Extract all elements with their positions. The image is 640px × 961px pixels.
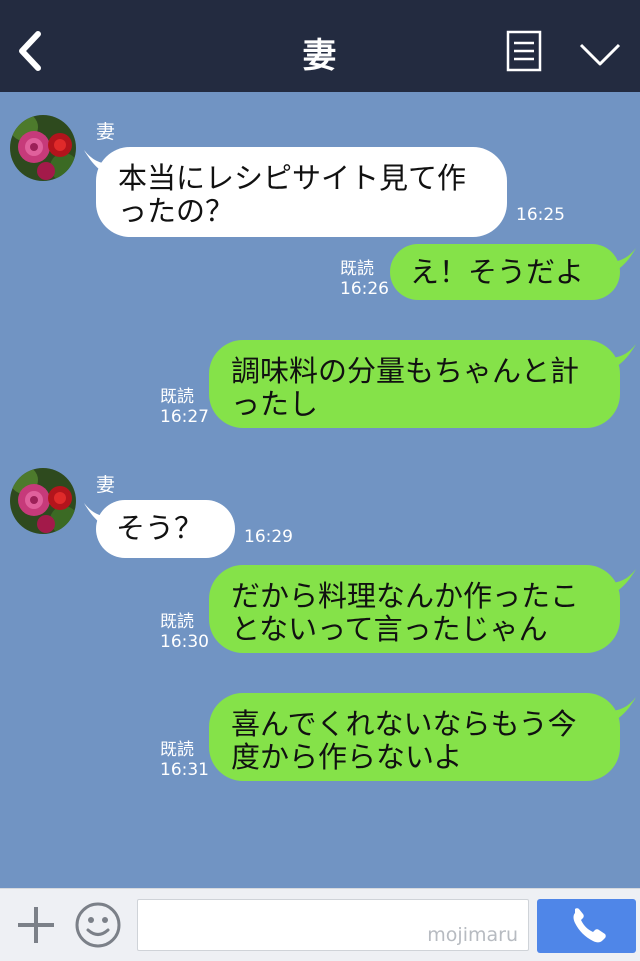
message-bubble[interactable]: え！そうだよ <box>390 244 620 300</box>
message-meta: 既読 16:30 <box>160 612 209 652</box>
phone-icon <box>573 908 606 943</box>
message-input[interactable]: mojimaru <box>137 899 529 951</box>
message-bubble[interactable]: そう？ <box>96 500 235 558</box>
message-time: 16:27 <box>160 407 209 427</box>
watermark-text: mojimaru <box>427 924 518 946</box>
bubble-tail <box>608 344 636 370</box>
sender-name: 妻 <box>96 121 116 143</box>
read-receipt: 既読 <box>160 740 194 760</box>
message-meta: 既読 16:26 <box>340 259 389 299</box>
message-time: 16:25 <box>516 205 565 225</box>
message-time: 16:30 <box>160 632 209 652</box>
message-bubble[interactable]: 調味料の分量もちゃんと計 ったし <box>209 340 620 428</box>
input-bar: mojimaru <box>0 888 640 961</box>
chevron-down-icon[interactable] <box>578 40 622 70</box>
message-bubble[interactable]: 喜んでくれないならもう今 度から作らないよ <box>209 693 620 781</box>
rose-avatar-image <box>10 115 76 181</box>
plus-icon[interactable] <box>14 903 58 947</box>
message-meta: 既読 16:27 <box>160 387 209 427</box>
sender-name: 妻 <box>96 474 116 496</box>
message-bubble[interactable]: だから料理なんか作ったこ とないって言ったじゃん <box>209 565 620 653</box>
message-time: 16:31 <box>160 760 209 780</box>
read-receipt: 既読 <box>340 259 374 279</box>
bubble-tail <box>608 569 636 595</box>
message-bubble[interactable]: 本当にレシピサイト見て作 ったの？ <box>96 147 507 237</box>
message-time: 16:26 <box>340 279 389 299</box>
notes-icon[interactable] <box>506 30 542 72</box>
message-list[interactable]: 妻 本当にレシピサイト見て作 ったの？ 16:25 既読 16:26 え！そうだ… <box>0 92 640 888</box>
read-receipt: 既読 <box>160 612 194 632</box>
message-meta: 既読 16:31 <box>160 740 209 780</box>
bubble-tail <box>608 697 636 723</box>
avatar[interactable] <box>10 468 76 534</box>
message-time: 16:29 <box>244 527 293 547</box>
emoji-icon[interactable] <box>74 901 122 949</box>
call-button[interactable] <box>537 899 636 953</box>
chat-title: 妻 <box>302 36 338 76</box>
bubble-tail <box>608 248 636 274</box>
avatar[interactable] <box>10 115 76 181</box>
read-receipt: 既読 <box>160 387 194 407</box>
rose-avatar-image <box>10 468 76 534</box>
chat-header: 妻 <box>0 0 640 92</box>
